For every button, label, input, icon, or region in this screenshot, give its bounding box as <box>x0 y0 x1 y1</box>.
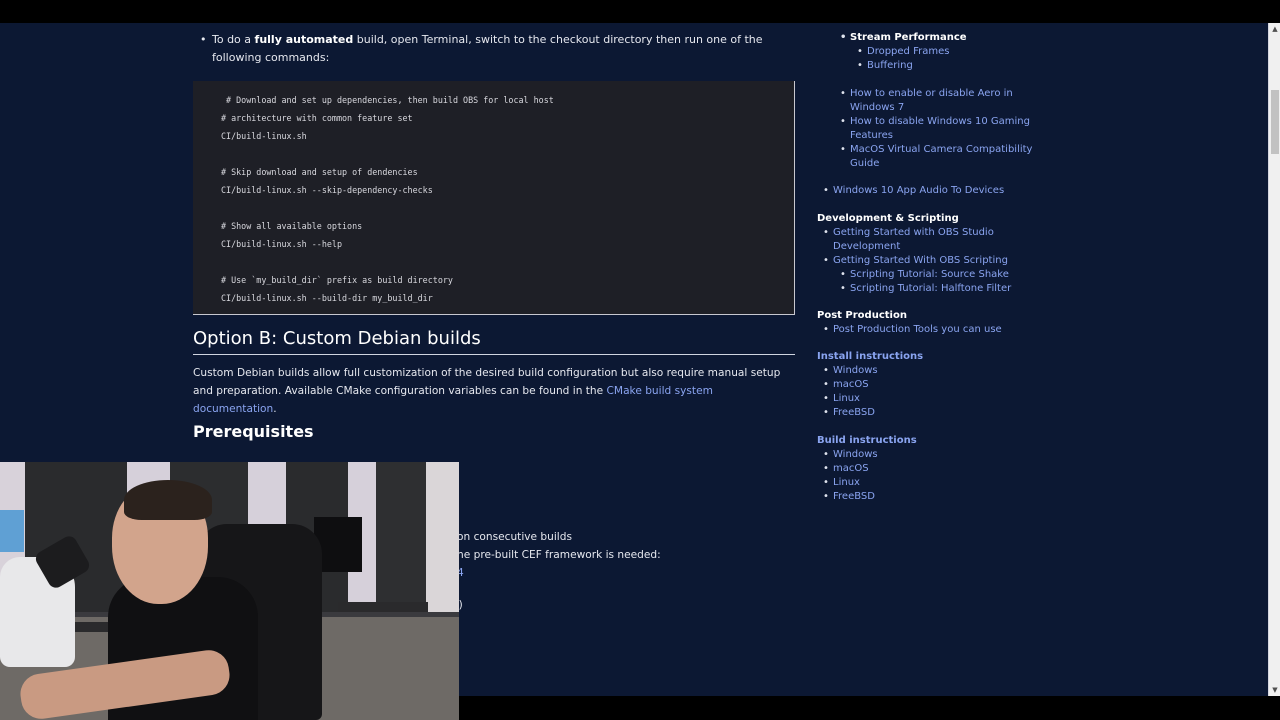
bullet-bold-text: fully automated <box>254 33 354 46</box>
toc-post-production-heading: Post Production <box>817 310 907 321</box>
toc-build-linux[interactable]: Linux <box>823 476 860 490</box>
automated-build-bullet: To do a fully automated build, open Term… <box>193 31 795 67</box>
toc-install-freebsd[interactable]: FreeBSD <box>823 406 875 420</box>
paragraph-end: . <box>273 403 277 415</box>
toc-aero-cont[interactable]: Windows 7 <box>850 101 904 115</box>
code-line: # Download and set up dependencies, then… <box>221 95 554 105</box>
toc-build-instructions[interactable]: Build instructions <box>817 434 917 448</box>
prerequisites-heading: Prerequisites <box>193 422 314 441</box>
top-black-bar <box>0 0 1280 23</box>
vertical-scrollbar[interactable]: ▲ ▼ <box>1268 23 1280 696</box>
code-line: CI/build-linux.sh --build-dir my_build_d… <box>221 293 433 303</box>
toc-getting-started-scripting[interactable]: Getting Started With OBS Scripting <box>823 254 1008 268</box>
code-line: # architecture with common feature set <box>221 113 413 123</box>
code-block[interactable]: # Download and set up dependencies, then… <box>193 81 795 315</box>
code-line: CI/build-linux.sh <box>221 131 307 141</box>
code-line: # Show all available options <box>221 221 363 231</box>
option-b-paragraph: Custom Debian builds allow full customiz… <box>193 364 795 418</box>
toc-install-macos[interactable]: macOS <box>823 378 868 392</box>
toc-source-shake[interactable]: Scripting Tutorial: Source Shake <box>840 268 1009 282</box>
toc-dropped-frames[interactable]: Dropped Frames <box>857 45 950 59</box>
toc-gaming-cont[interactable]: Features <box>850 129 893 143</box>
code-line: # Use `my_build_dir` prefix as build dir… <box>221 275 453 285</box>
toc-build-windows[interactable]: Windows <box>823 448 878 462</box>
toc-macos-camera[interactable]: MacOS Virtual Camera Compatibility <box>840 143 1032 157</box>
webcam-wall-panel <box>426 462 459 612</box>
bullet-text-prefix: To do a <box>212 33 255 46</box>
webcam-table <box>338 602 428 612</box>
webcam-overlay <box>0 462 459 720</box>
scroll-down-icon[interactable]: ▼ <box>1269 684 1280 696</box>
toc-halftone[interactable]: Scripting Tutorial: Halftone Filter <box>840 282 1011 296</box>
partial-text-consecutive-builds: on consecutive builds <box>457 531 572 543</box>
toc-build-freebsd[interactable]: FreeBSD <box>823 490 875 504</box>
toc-stream-performance[interactable]: Stream Performance <box>840 31 967 45</box>
scroll-up-icon[interactable]: ▲ <box>1269 23 1280 35</box>
toc-aero[interactable]: How to enable or disable Aero in <box>840 87 1013 101</box>
toc-install-instructions[interactable]: Install instructions <box>817 350 923 364</box>
toc-install-windows[interactable]: Windows <box>823 364 878 378</box>
toc-build-macos[interactable]: macOS <box>823 462 868 476</box>
code-line: CI/build-linux.sh --skip-dependency-chec… <box>221 185 433 195</box>
toc-install-linux[interactable]: Linux <box>823 392 860 406</box>
toc-macos-camera-cont[interactable]: Guide <box>850 157 879 171</box>
option-b-heading: Option B: Custom Debian builds <box>193 328 795 355</box>
code-line: CI/build-linux.sh --help <box>221 239 343 249</box>
webcam-screen <box>0 510 24 552</box>
webcam-person-hair <box>124 480 212 520</box>
code-line: # Skip download and setup of dendencies <box>221 167 418 177</box>
webcam-wall-panel <box>376 462 426 612</box>
scroll-thumb[interactable] <box>1271 90 1279 154</box>
toc-gaming[interactable]: How to disable Windows 10 Gaming <box>840 115 1030 129</box>
partial-text-cef-framework: ne pre-built CEF framework is needed: <box>457 549 661 561</box>
toc-getting-started-dev[interactable]: Getting Started with OBS Studio <box>823 226 994 240</box>
toc-dev-scripting-heading: Development & Scripting <box>817 213 959 224</box>
toc-buffering[interactable]: Buffering <box>857 59 913 73</box>
toc-app-audio[interactable]: Windows 10 App Audio To Devices <box>823 184 1004 198</box>
toc-post-tools[interactable]: Post Production Tools you can use <box>823 323 1002 337</box>
toc-getting-started-dev-cont[interactable]: Development <box>833 240 900 254</box>
